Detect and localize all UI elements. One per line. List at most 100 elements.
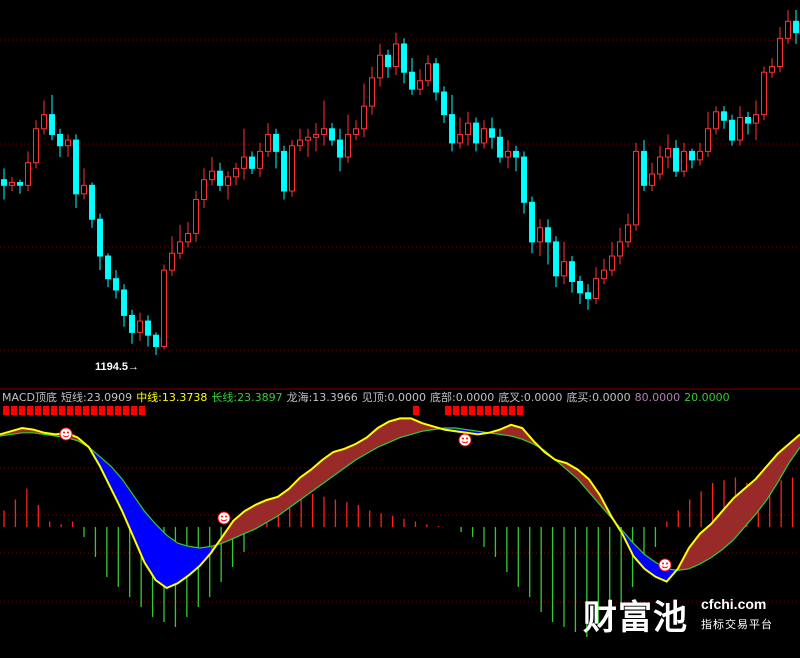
candle-body	[249, 156, 255, 169]
signal-marker	[11, 406, 17, 415]
candle-body	[225, 176, 231, 186]
candle-body	[89, 184, 95, 220]
smiley-eye	[666, 562, 668, 565]
candle-body	[185, 232, 191, 243]
candle-body	[41, 114, 47, 130]
candle-body	[281, 150, 287, 192]
smiley-eye	[662, 562, 664, 565]
candle-body	[433, 63, 439, 93]
candle-body	[169, 252, 175, 271]
signal-marker	[517, 406, 523, 415]
candle-body	[769, 66, 775, 73]
signal-marker	[43, 406, 49, 415]
signal-marker	[19, 406, 25, 415]
signal-marker	[501, 406, 507, 415]
indicator-header: MACD顶底 短线:23.0909 中线:13.3738 长线:23.3897 …	[2, 391, 730, 405]
candle-body	[97, 218, 103, 257]
candle-body	[625, 224, 631, 243]
macd-fill-segment	[166, 534, 179, 589]
candle-body	[161, 269, 167, 348]
signal-marker	[27, 406, 33, 415]
candle-body	[361, 105, 367, 130]
candle-body	[449, 114, 455, 144]
candle-body	[33, 128, 39, 164]
candle-body	[417, 80, 423, 90]
candle-body	[689, 150, 695, 161]
price-grid	[0, 39, 800, 351]
candle-body	[153, 334, 159, 348]
candle-body	[609, 255, 615, 271]
candle-body	[761, 71, 767, 116]
signal-marker	[67, 406, 73, 415]
candle-body	[233, 167, 239, 178]
candle-body	[577, 280, 583, 294]
macd-fill-segment	[633, 542, 645, 570]
candle-body	[537, 227, 543, 243]
candle-body	[201, 179, 207, 200]
candle-body	[641, 150, 647, 186]
candle-body	[193, 198, 199, 234]
candle-body	[305, 136, 311, 141]
candle-body	[793, 20, 799, 34]
candle-body	[217, 170, 223, 186]
signal-marker	[115, 406, 121, 415]
candle-body	[425, 63, 431, 82]
signal-marker	[445, 406, 451, 415]
candle-body	[265, 133, 271, 152]
candle-body	[457, 133, 463, 144]
candle-body	[313, 133, 319, 138]
candle-body	[297, 139, 303, 147]
candle-body	[521, 156, 527, 203]
header-item: 短线:23.0909	[60, 391, 133, 404]
signal-marker	[413, 406, 419, 415]
candle-body	[617, 241, 623, 257]
candle-body	[25, 162, 31, 186]
candle-body	[81, 184, 87, 195]
candle-body	[377, 54, 383, 79]
candle-body	[681, 150, 687, 172]
candle-body	[649, 173, 655, 186]
header-item: 底买:0.0000	[566, 391, 631, 404]
candle-body	[777, 37, 783, 68]
signal-marker	[509, 406, 515, 415]
brand-name: 财富池	[583, 598, 688, 638]
smiley-icon	[59, 427, 73, 441]
signal-marker	[75, 406, 81, 415]
candle-body	[553, 241, 559, 277]
macd-fill-segment	[688, 532, 701, 570]
candle-body	[569, 261, 575, 282]
candle-body	[113, 278, 119, 291]
signal-marker	[477, 406, 483, 415]
candle-body	[393, 43, 399, 68]
candle-body	[137, 320, 143, 333]
signal-marker	[99, 406, 105, 415]
candle-body	[505, 150, 511, 158]
candle-body	[745, 116, 751, 124]
candle-body	[177, 241, 183, 254]
candle-body	[489, 128, 495, 138]
candle-body	[369, 77, 375, 107]
smiley-eye	[67, 431, 69, 434]
signal-marker	[453, 406, 459, 415]
brand-tagline: 指标交易平台	[701, 618, 773, 631]
header-item: 见顶:0.0000	[361, 391, 426, 404]
signal-marker	[107, 406, 113, 415]
candle-body	[657, 156, 663, 175]
candle-body	[753, 114, 759, 124]
header-item: 龙海:13.3966	[286, 391, 358, 404]
macd-fill-segment	[133, 494, 145, 563]
candle-body	[321, 128, 327, 135]
candle-body	[529, 201, 535, 243]
stock-chart-canvas[interactable]	[0, 0, 800, 658]
signal-marker	[83, 406, 89, 415]
candle-body	[593, 278, 599, 299]
candle-body	[129, 314, 135, 333]
candle-body	[481, 128, 487, 144]
signal-marker	[485, 406, 491, 415]
candle-body	[353, 128, 359, 135]
smiley-eye	[466, 437, 468, 440]
candle-body	[121, 289, 127, 316]
candle-body	[57, 133, 63, 147]
header-item: 底部:0.0000	[430, 391, 495, 404]
indicator-title: MACD顶底	[2, 391, 57, 404]
